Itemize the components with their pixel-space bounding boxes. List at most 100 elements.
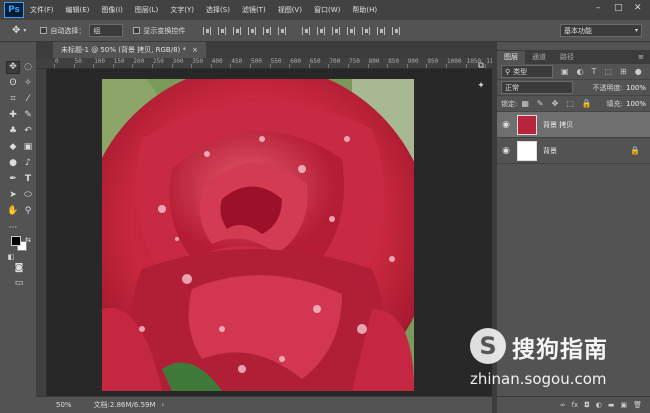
swap-colors-icon[interactable]: ⇆ [22, 235, 34, 246]
menu-file[interactable]: 文件(F) [30, 5, 54, 15]
layer-style-icon[interactable]: fx [572, 401, 579, 409]
move-tool-icon[interactable]: ✥ [12, 25, 20, 36]
history-brush-tool-icon[interactable]: ↶ [22, 126, 34, 137]
brush-tool-icon[interactable]: ✎ [22, 110, 34, 121]
menu-select[interactable]: 选择(S) [206, 5, 230, 15]
align-left-icon[interactable] [248, 26, 257, 35]
healing-brush-tool-icon[interactable]: ✚ [7, 110, 19, 121]
visibility-eye-icon[interactable]: ◉ [499, 146, 513, 156]
align-bottom-icon[interactable] [233, 26, 242, 35]
auto-align-icon[interactable] [392, 26, 401, 35]
minimize-button[interactable]: – [596, 3, 601, 13]
foreground-color-swatch[interactable] [11, 236, 21, 246]
move-tool-icon[interactable]: ✥ [6, 61, 20, 74]
align-top-icon[interactable] [203, 26, 212, 35]
panel-tabs: 图层 通道 路径 ≡ [497, 50, 650, 64]
close-window-button[interactable]: ✕ [634, 3, 642, 13]
filter-adjustment-icon[interactable]: ◐ [577, 67, 584, 76]
align-vcenter-icon[interactable] [218, 26, 227, 35]
close-tab-icon[interactable]: × [192, 46, 198, 54]
distribute-right-icon[interactable] [377, 26, 386, 35]
distribute-top-icon[interactable] [302, 26, 311, 35]
layer-mask-icon[interactable]: ◘ [584, 401, 590, 409]
dodge-tool-icon[interactable]: ♪ [22, 158, 34, 169]
menu-image[interactable]: 图像(I) [101, 5, 123, 15]
layer-name[interactable]: 背景 [543, 146, 557, 156]
panel-menu-icon[interactable]: ≡ [638, 51, 644, 64]
auto-select-checkbox[interactable] [40, 27, 48, 34]
shape-tool-icon[interactable]: ⬭ [22, 190, 34, 201]
new-layer-icon[interactable]: ▣ [620, 401, 627, 409]
gradient-tool-icon[interactable]: ▣ [22, 142, 34, 153]
path-selection-tool-icon[interactable]: ➤ [7, 190, 19, 201]
tab-layers[interactable]: 图层 [497, 51, 525, 64]
menu-type[interactable]: 文字(Y) [170, 5, 194, 15]
eraser-tool-icon[interactable]: ◆ [7, 142, 19, 153]
filter-smart-icon[interactable]: ⊞ [620, 67, 627, 76]
fill-label: 填充: [606, 99, 623, 108]
lock-paint-icon[interactable]: ✎ [537, 99, 544, 108]
type-tool-icon[interactable]: T [22, 174, 34, 185]
crop-tool-icon[interactable]: ⌗ [7, 94, 19, 105]
clone-stamp-tool-icon[interactable]: ♣ [7, 126, 19, 137]
align-right-icon[interactable] [278, 26, 287, 35]
menu-layer[interactable]: 图层(L) [135, 5, 158, 15]
new-group-icon[interactable]: ▬ [608, 401, 615, 409]
more-tools-icon[interactable]: ··· [7, 223, 19, 234]
transform-controls-checkbox[interactable] [133, 27, 141, 34]
layer-row-background-copy[interactable]: ◉ 背景 拷贝 [497, 112, 650, 138]
canvas-area[interactable] [47, 69, 492, 396]
lock-pixels-icon[interactable]: ▦ [521, 99, 529, 108]
properties-panel-icon[interactable]: ✦ [475, 80, 487, 92]
chevron-down-icon[interactable]: ▾ [23, 27, 26, 34]
marquee-tool-icon[interactable]: ◌ [22, 62, 34, 73]
maximize-button[interactable]: □ [614, 3, 623, 13]
default-colors-icon[interactable]: ◧ [5, 252, 17, 263]
layer-row-background[interactable]: ◉ 背景 🔒 [497, 138, 650, 164]
lock-position-icon[interactable]: ✥ [552, 99, 559, 108]
opacity-value[interactable]: 100% [626, 84, 646, 92]
tab-paths[interactable]: 路径 [553, 51, 581, 64]
filter-toggle-icon[interactable]: ● [635, 67, 642, 76]
distribute-hcenter-icon[interactable] [362, 26, 371, 35]
lock-all-icon[interactable]: 🔒 [582, 99, 592, 108]
auto-select-dropdown[interactable]: 组 [89, 24, 124, 37]
filter-type-icon[interactable]: T [592, 67, 597, 76]
quick-mask-icon[interactable]: ◙ [13, 263, 25, 274]
hand-tool-icon[interactable]: ✋ [7, 206, 19, 217]
zoom-tool-icon[interactable]: ⚲ [22, 206, 34, 217]
distribute-bottom-icon[interactable] [332, 26, 341, 35]
document-tab[interactable]: 未标题-1 @ 50% (背景 拷贝, RGB/8) * × [53, 42, 206, 58]
filter-pixel-icon[interactable]: ▣ [561, 67, 569, 76]
delete-layer-icon[interactable]: 🗑 [633, 401, 642, 409]
tab-channels[interactable]: 通道 [525, 51, 553, 64]
menu-window[interactable]: 窗口(W) [314, 5, 340, 15]
zoom-level[interactable]: 50% [56, 401, 72, 409]
distribute-vcenter-icon[interactable] [317, 26, 326, 35]
menu-view[interactable]: 视图(V) [278, 5, 302, 15]
chevron-right-icon[interactable]: › [162, 401, 165, 409]
lasso-tool-icon[interactable]: ʘ [7, 78, 19, 89]
magic-wand-tool-icon[interactable]: ✧ [22, 78, 34, 89]
menu-filter[interactable]: 滤镜(T) [242, 5, 266, 15]
ruler-tick-label: 750 [349, 58, 360, 65]
workspace-dropdown[interactable]: 基本功能 ▾ [560, 24, 642, 37]
adjustment-layer-icon[interactable]: ◐ [596, 401, 602, 409]
menu-edit[interactable]: 编辑(E) [66, 5, 90, 15]
eyedropper-tool-icon[interactable]: ⁄ [22, 94, 34, 105]
align-hcenter-icon[interactable] [263, 26, 272, 35]
menu-help[interactable]: 帮助(H) [352, 5, 377, 15]
lock-artboard-icon[interactable]: ⬚ [566, 99, 574, 108]
blur-tool-icon[interactable]: ● [7, 158, 19, 169]
visibility-eye-icon[interactable]: ◉ [499, 120, 513, 130]
link-layers-icon[interactable]: ∞ [560, 401, 566, 409]
filter-kind-dropdown[interactable]: ⚲ 类型 [501, 65, 553, 78]
distribute-left-icon[interactable] [347, 26, 356, 35]
fill-value[interactable]: 100% [626, 100, 646, 108]
pen-tool-icon[interactable]: ✒ [7, 174, 19, 185]
filter-shape-icon[interactable]: ⬚ [604, 67, 612, 76]
screen-mode-icon[interactable]: ▭ [13, 278, 25, 289]
layer-name[interactable]: 背景 拷贝 [543, 120, 573, 130]
history-panel-icon[interactable]: ⧉ [475, 60, 487, 72]
blend-mode-dropdown[interactable]: 正常 [501, 81, 573, 94]
